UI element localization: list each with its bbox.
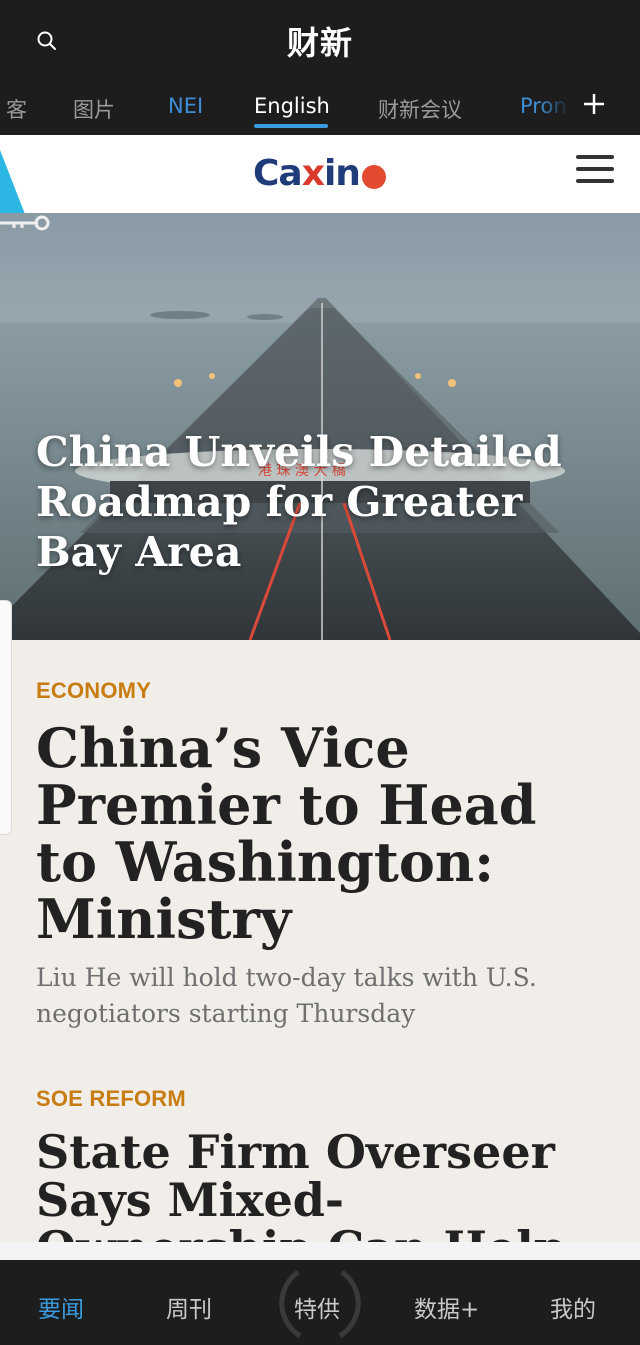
article-category[interactable]: SOE REFORM [36,1086,616,1112]
nav-item-data-plus[interactable]: 数据+ [414,1290,479,1324]
article-headline[interactable]: State Firm Overseer Says Mixed-Ownership… [36,1128,616,1242]
logo-seal-icon [362,165,386,189]
article-list[interactable]: ECONOMY China’s Vice Premier to Head to … [0,640,640,1242]
tab-english[interactable]: English [254,94,330,118]
nav-item-weekly[interactable]: 周刊 [166,1290,212,1324]
app-brand-title: 财新 [286,24,353,62]
active-tab-indicator [254,124,328,128]
article-card[interactable]: ECONOMY China’s Vice Premier to Head to … [36,678,616,1032]
add-channel-icon[interactable] [578,88,610,120]
nav-item-special[interactable]: 特供 [294,1290,340,1324]
tab-nei[interactable]: NEI [168,94,203,118]
caixin-logo[interactable]: Caxin [253,153,361,194]
channel-tabs: 客 图片 NEI English 财新会议 Pron [0,84,568,132]
site-header: Caxin [0,135,640,227]
content-divider [0,1242,640,1260]
key-icon [0,215,50,231]
tab-caixin-conference[interactable]: 财新会议 [378,94,462,124]
tab-pictures[interactable]: 图片 [73,94,115,124]
article-headline[interactable]: China’s Vice Premier to Head to Washingt… [36,720,616,948]
article-category[interactable]: ECONOMY [36,678,616,704]
tabs-fade [540,84,570,132]
hero-banner[interactable]: 港 珠 澳 大 橋 China Unveils Detailed Roadmap… [0,213,640,640]
bottom-navigation: 要闻 周刊 特供 数据+ 我的 [0,1260,640,1345]
hamburger-menu-icon[interactable] [576,155,614,185]
logo-text-x: x [301,153,325,194]
top-app-bar: 财新 客 图片 NEI English 财新会议 Pron [0,0,640,135]
article-card[interactable]: SOE REFORM State Firm Overseer Says Mixe… [36,1086,616,1242]
tab-channel-ke[interactable]: 客 [6,94,27,124]
nav-item-headlines[interactable]: 要闻 [38,1290,84,1324]
side-drawer-handle[interactable] [0,600,12,835]
logo-text-right: in [323,153,361,194]
nav-item-me[interactable]: 我的 [550,1290,596,1324]
logo-text-left: Ca [253,153,303,194]
hero-headline[interactable]: China Unveils Detailed Roadmap for Great… [36,427,616,577]
article-summary: Liu He will hold two-day talks with U.S.… [36,963,537,1028]
